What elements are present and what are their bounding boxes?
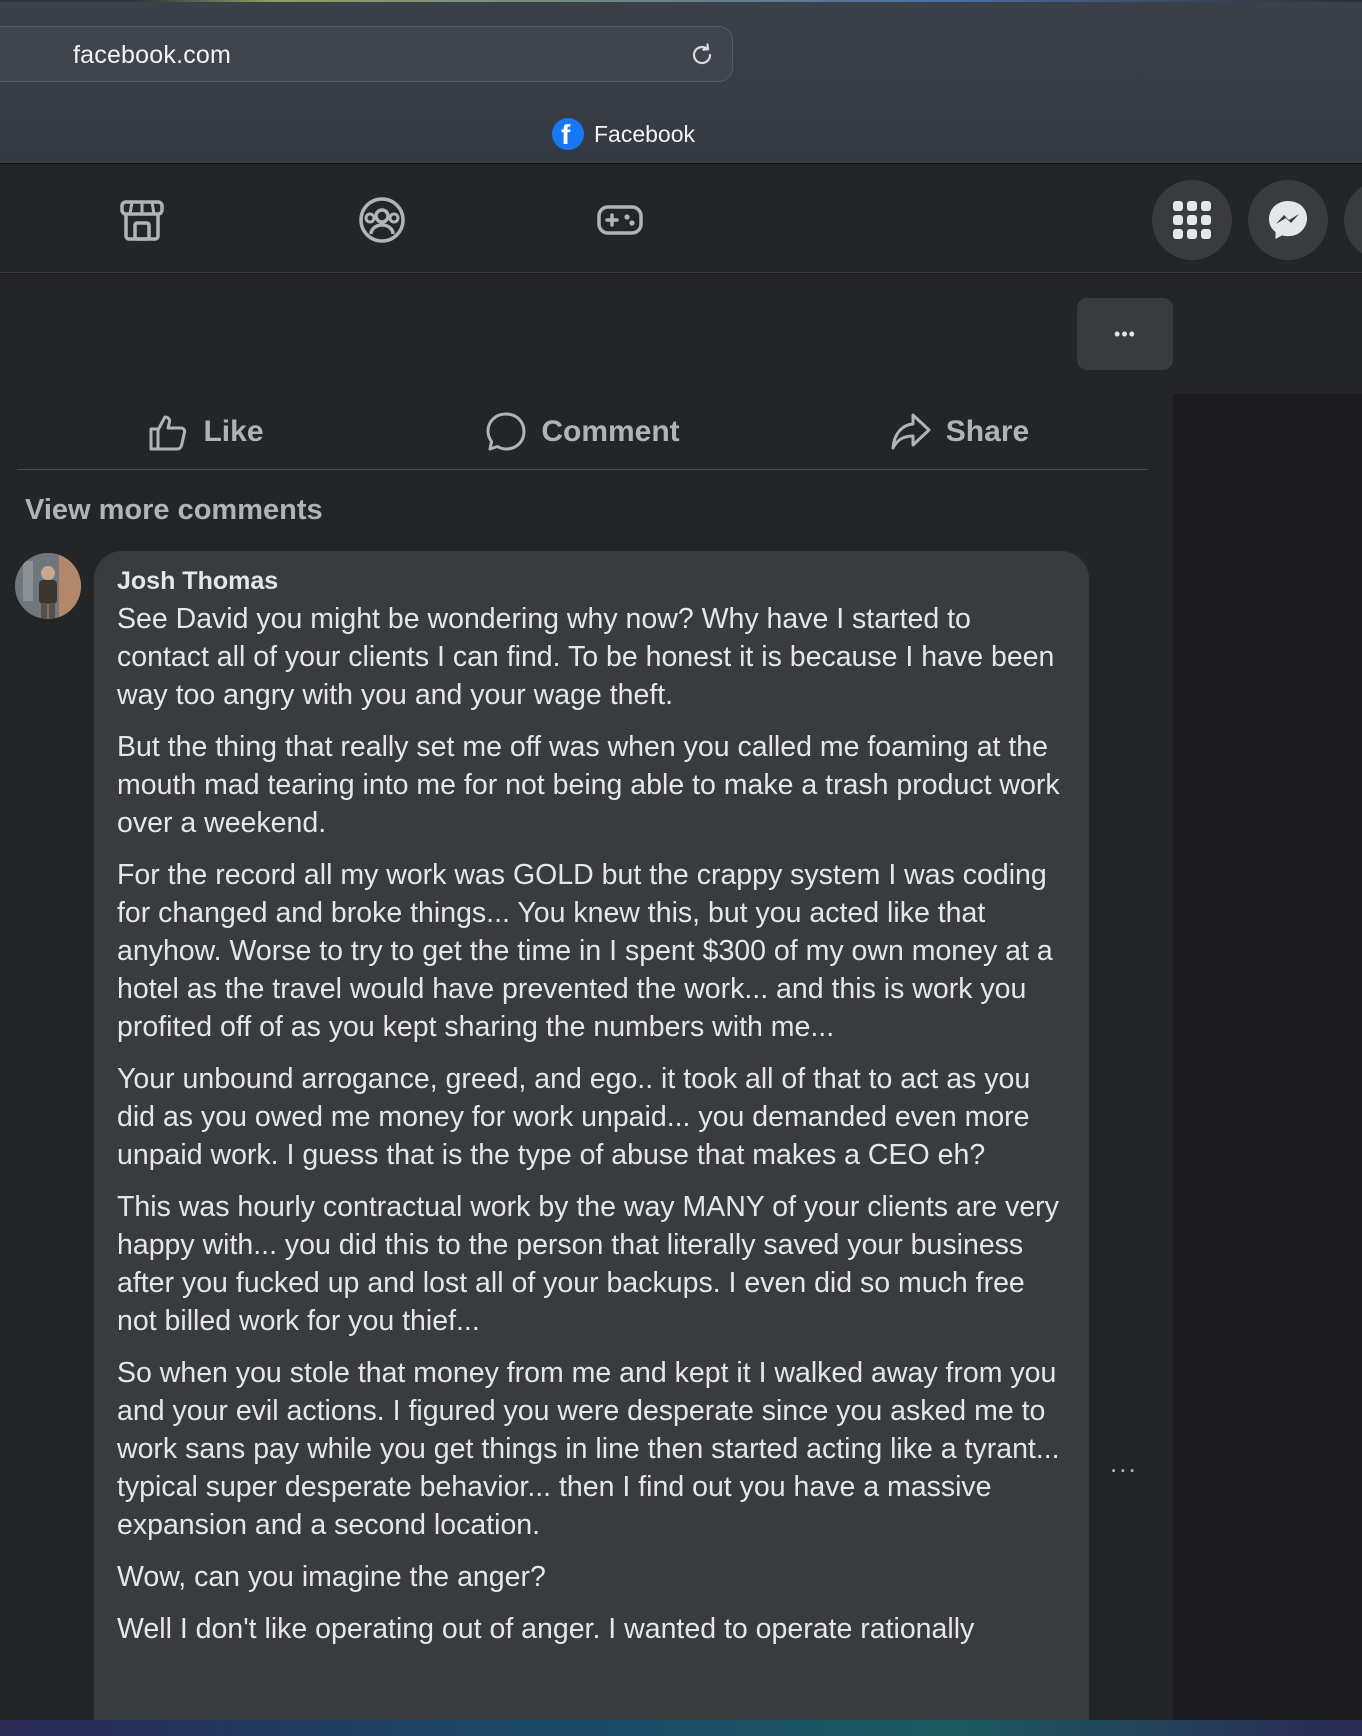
comment-paragraph: Well I don't like operating out of anger… bbox=[117, 1613, 975, 1645]
comment-paragraph: See David you might be wondering why now… bbox=[117, 603, 1055, 711]
comment-author[interactable]: Josh Thomas bbox=[117, 567, 1066, 596]
view-more-comments-link[interactable]: View more comments bbox=[25, 494, 323, 527]
comment-paragraph: Wow, can you imagine the anger? bbox=[117, 1561, 546, 1593]
share-button[interactable]: Share bbox=[771, 394, 1148, 469]
comment-paragraph: For the record all my work was GOLD but … bbox=[117, 859, 1053, 1043]
comment-icon bbox=[486, 412, 526, 450]
comment-button[interactable]: Comment bbox=[394, 394, 771, 469]
messenger-button[interactable] bbox=[1248, 180, 1328, 260]
post-actions-bar: Like Comment Share bbox=[17, 394, 1148, 470]
window-accent-line bbox=[0, 0, 1362, 2]
messenger-icon bbox=[1269, 201, 1307, 239]
marketplace-icon[interactable] bbox=[118, 196, 166, 244]
reload-icon[interactable] bbox=[688, 41, 716, 69]
active-tab[interactable]: f Facebook bbox=[552, 118, 695, 150]
address-bar[interactable]: facebook.com bbox=[0, 26, 733, 82]
address-text[interactable]: facebook.com bbox=[73, 41, 231, 70]
comment-paragraph: But the thing that really set me off was… bbox=[117, 731, 1060, 839]
gaming-icon[interactable] bbox=[596, 196, 644, 244]
facebook-logo-icon: f bbox=[552, 118, 584, 150]
comment-paragraph: This was hourly contractual work by the … bbox=[117, 1191, 1059, 1337]
share-icon bbox=[891, 413, 931, 449]
like-label: Like bbox=[203, 414, 264, 448]
comment-label: Comment bbox=[541, 414, 680, 448]
browser-toolbar: facebook.com f Facebook bbox=[0, 0, 1362, 163]
more-dots-icon: ••• bbox=[1114, 323, 1136, 344]
notifications-button[interactable] bbox=[1344, 180, 1362, 260]
menu-button[interactable] bbox=[1152, 180, 1232, 260]
facebook-nav-bar bbox=[0, 163, 1362, 273]
dock-edge bbox=[0, 1720, 1362, 1736]
comment-bubble: Josh Thomas See David you might be wonde… bbox=[94, 551, 1089, 1736]
thumbs-up-icon bbox=[149, 415, 187, 450]
comment-paragraph: So when you stole that money from me and… bbox=[117, 1357, 1060, 1541]
right-column-header bbox=[1173, 274, 1362, 394]
groups-icon[interactable] bbox=[358, 196, 406, 244]
comment-options-button[interactable]: ... bbox=[1110, 1448, 1138, 1479]
right-column bbox=[1173, 274, 1362, 1736]
post-options-button[interactable]: ••• bbox=[1077, 298, 1173, 370]
comment-paragraph: Your unbound arrogance, greed, and ego..… bbox=[117, 1063, 1031, 1171]
like-button[interactable]: Like bbox=[17, 394, 394, 469]
share-label: Share bbox=[945, 414, 1030, 448]
tab-title: Facebook bbox=[594, 120, 696, 147]
user-photo-icon bbox=[15, 553, 81, 619]
grid-menu-icon bbox=[1173, 201, 1211, 239]
avatar[interactable] bbox=[15, 553, 81, 619]
